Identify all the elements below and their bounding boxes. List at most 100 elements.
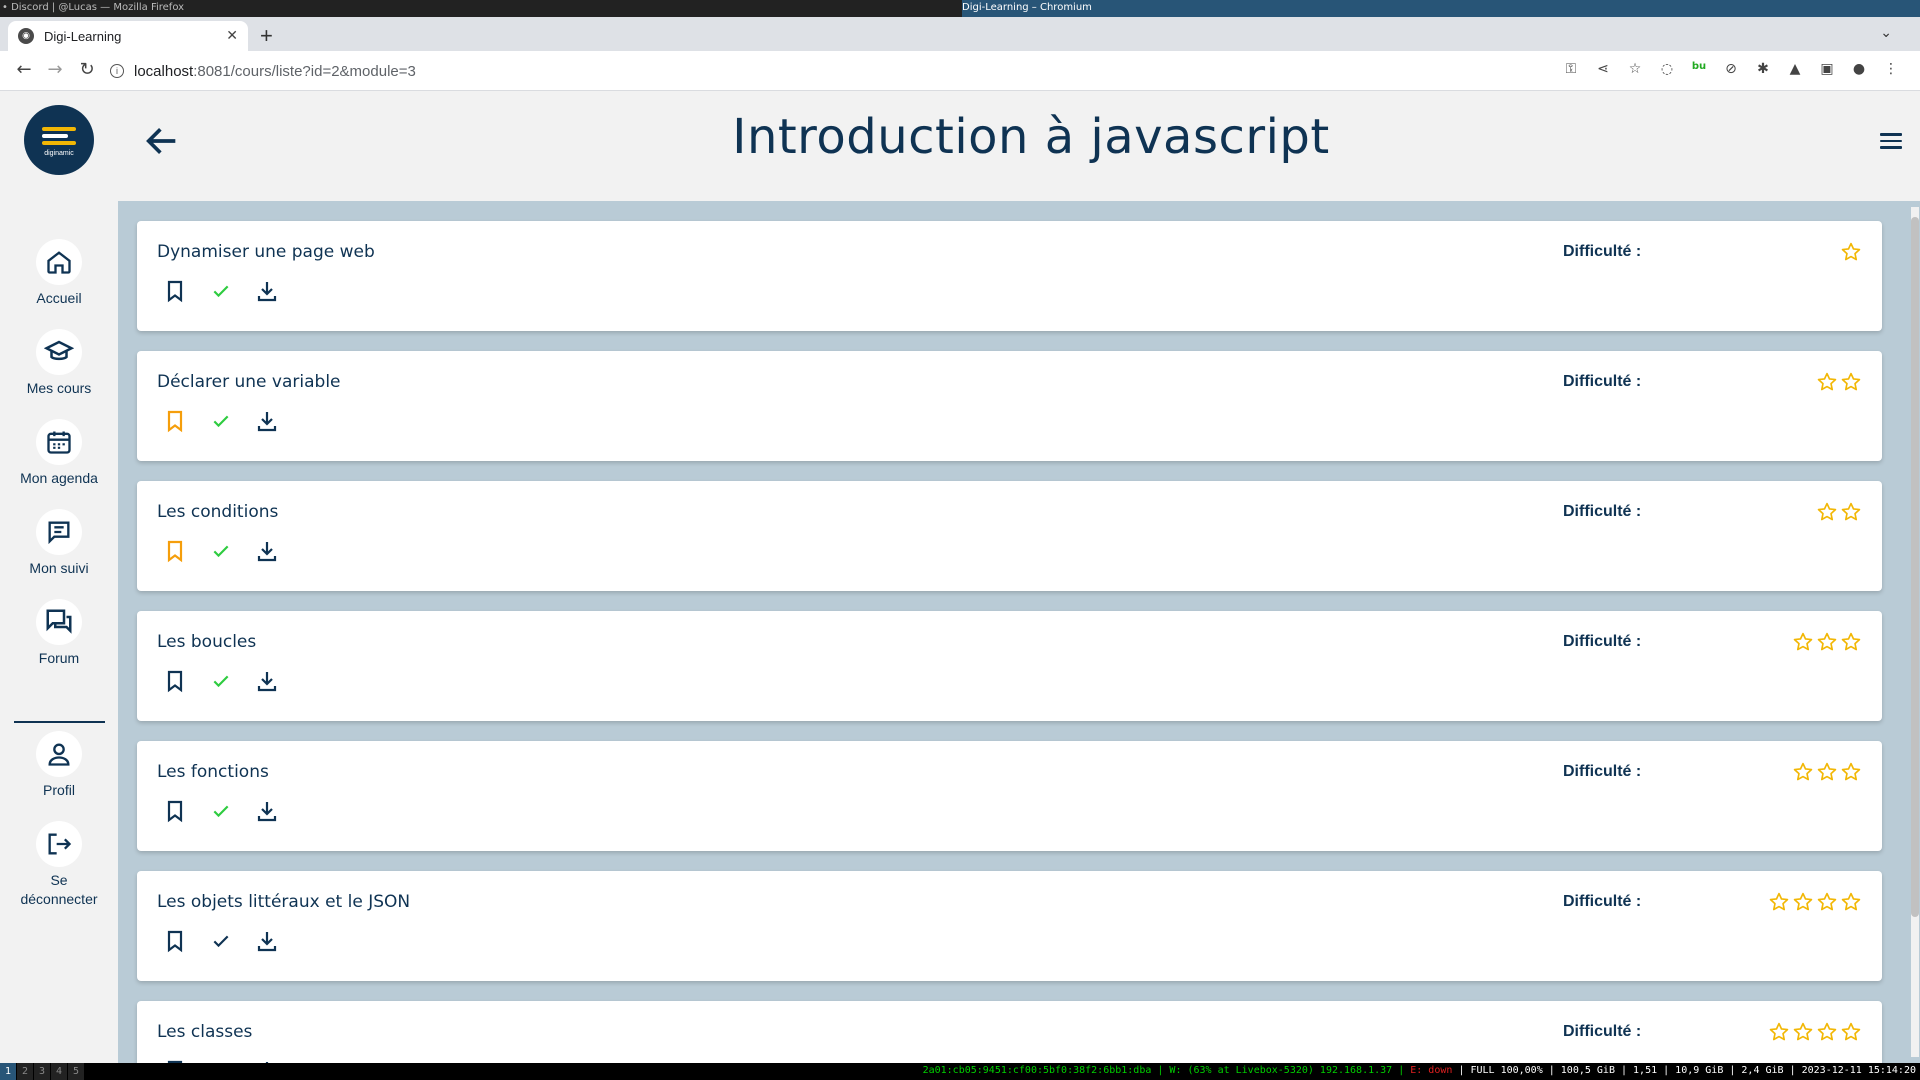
logout-label-line2: déconnecter [20,891,98,907]
bookmark-button[interactable] [163,669,187,693]
difficulty-label: Difficulté : [1563,763,1642,780]
star-icon [1841,892,1861,911]
status-text: 2a01:cb05:9451:cf00:5bf0:38f2:6bb1:dba |… [923,1065,1916,1076]
course-card[interactable]: Les boucles Difficulté : [137,611,1882,721]
bookmark-button[interactable] [163,409,187,433]
mark-done-button[interactable] [209,669,233,693]
download-button[interactable] [255,539,279,563]
forward-arrow-icon[interactable]: → [43,59,67,80]
star-icon [1841,502,1861,521]
download-button[interactable] [255,279,279,303]
profile-avatar-icon[interactable]: ● [1850,61,1868,77]
home-icon [36,239,82,285]
download-icon [257,282,277,302]
app-root: diginamic Accueil Mes cours Mon agenda M… [0,91,1920,1063]
workspace-button[interactable]: 1 [0,1063,16,1080]
extension-icon[interactable]: ▲ [1786,61,1804,77]
course-title[interactable]: Les fonctions [157,762,269,782]
course-actions [163,539,301,563]
mark-done-button[interactable] [209,799,233,823]
sidebar-item-mon-agenda[interactable]: Mon agenda [0,419,118,488]
scrollbar[interactable] [1908,207,1919,1057]
sidebar-item-label: Mes cours [26,380,92,396]
url-host: localhost [134,62,194,80]
sidebar-item-mes-cours[interactable]: Mes cours [0,329,118,398]
sidebar-item-profil[interactable]: Profil [0,731,118,800]
key-icon[interactable]: ⚿ [1562,61,1580,77]
difficulty-stars [1768,1021,1862,1043]
browser-tab[interactable]: ◉ Digi-Learning ✕ [8,21,248,51]
difficulty-label: Difficulté : [1563,893,1642,910]
mark-done-button[interactable] [209,929,233,953]
app-logo[interactable]: diginamic [24,105,94,175]
download-button[interactable] [255,409,279,433]
workspace-button[interactable]: 5 [68,1063,84,1080]
tab-strip: ◉ Digi-Learning ✕ + ⌄ [0,17,1920,51]
browser-window: ◉ Digi-Learning ✕ + ⌄ ← → ↻ i localhost:… [0,17,1920,1063]
course-card[interactable]: Dynamiser une page web Difficulté : [137,221,1882,331]
bookmark-button[interactable] [163,539,187,563]
download-button[interactable] [255,799,279,823]
scrollbar-thumb[interactable] [1911,217,1919,917]
chevron-down-icon[interactable]: ⌄ [1880,25,1892,41]
star-icon [1817,892,1837,911]
bookmark-icon [167,280,183,303]
course-title[interactable]: Déclarer une variable [157,372,341,392]
extension-icon[interactable]: ◌ [1658,61,1676,77]
side-panel-icon[interactable]: ▣ [1818,61,1836,77]
course-title[interactable]: Les classes [157,1022,252,1042]
sidebar-item-forum[interactable]: Forum [0,599,118,668]
course-card[interactable]: Déclarer une variable Difficulté : [137,351,1882,461]
course-title[interactable]: Les boucles [157,632,256,652]
difficulty-label: Difficulté : [1563,503,1642,520]
mark-done-button[interactable] [209,539,233,563]
bookmark-button[interactable] [163,279,187,303]
kebab-menu-icon[interactable]: ⋮ [1882,61,1900,77]
course-card[interactable]: Les classes Difficulté : [137,1001,1882,1063]
course-list: Dynamiser une page web Difficulté : Décl… [118,201,1920,1063]
sidebar-item-mon-suivi[interactable]: Mon suivi [0,509,118,578]
star-icon [1793,892,1813,911]
mark-done-button[interactable] [209,409,233,433]
close-icon[interactable]: ✕ [226,28,238,44]
sidebar-item-label: Forum [38,650,80,666]
download-button[interactable] [255,929,279,953]
workspace-button[interactable]: 3 [34,1063,50,1080]
sidebar-item-accueil[interactable]: Accueil [0,239,118,308]
course-card[interactable]: Les objets littéraux et le JSON Difficul… [137,871,1882,981]
course-title[interactable]: Les conditions [157,502,278,522]
site-info-icon[interactable]: i [110,64,124,78]
sidebar-item-label: Accueil [36,290,82,306]
course-card[interactable]: Les conditions Difficulté : [137,481,1882,591]
reload-icon[interactable]: ↻ [75,59,99,80]
workspace-button[interactable]: 2 [17,1063,33,1080]
system-status-bar: 12345 2a01:cb05:9451:cf00:5bf0:38f2:6bb1… [0,1063,1920,1080]
back-arrow-icon[interactable]: ← [12,59,36,80]
sidebar-item-label: Mon agenda [20,470,98,486]
new-tab-button[interactable]: + [260,23,273,49]
mark-done-button[interactable] [209,279,233,303]
extension-icon[interactable]: ⊘ [1722,61,1740,77]
menu-icon[interactable] [1880,129,1902,153]
star-icon [1817,762,1837,781]
logout-label-line1: Se [50,872,68,888]
course-title[interactable]: Les objets littéraux et le JSON [157,892,410,912]
check-icon [213,415,229,428]
bookmark-button[interactable] [163,799,187,823]
bookmark-button[interactable] [163,929,187,953]
page-header: Introduction à javascript [118,91,1920,201]
address-bar[interactable]: i localhost:8081/cours/liste?id=2&module… [110,57,1540,85]
bookmark-icon [167,930,183,953]
extension-icon[interactable]: bu [1690,61,1708,77]
course-card[interactable]: Les fonctions Difficulté : [137,741,1882,851]
download-button[interactable] [255,669,279,693]
logo-mark [42,124,76,148]
course-title[interactable]: Dynamiser une page web [157,242,375,262]
puzzle-icon[interactable]: ✱ [1754,61,1772,77]
star-bookmark-icon[interactable]: ☆ [1626,61,1644,77]
download-icon [257,802,277,822]
window-title-inactive: • Discord | @Lucas — Mozilla Firefox [2,2,185,13]
sidebar-item-logout[interactable]: Se déconnecter [0,821,118,909]
share-icon[interactable]: ⋖ [1594,61,1612,77]
workspace-button[interactable]: 4 [51,1063,67,1080]
